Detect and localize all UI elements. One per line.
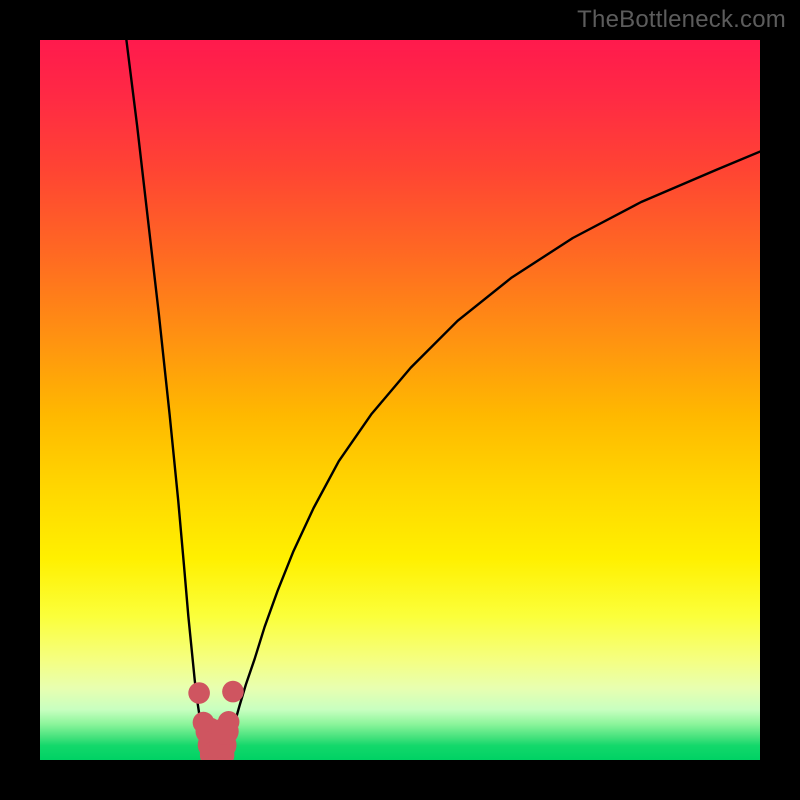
curves-layer bbox=[40, 40, 760, 760]
marker-right-dot-upper bbox=[222, 681, 244, 703]
series-group bbox=[126, 40, 760, 750]
marker-valley-stem-right bbox=[211, 718, 238, 745]
marker-group bbox=[188, 681, 243, 760]
marker-left-dot-upper bbox=[188, 682, 210, 704]
watermark-text: TheBottleneck.com bbox=[577, 6, 786, 34]
chart-frame: TheBottleneck.com bbox=[0, 0, 800, 800]
plot-area bbox=[40, 40, 760, 760]
series-left-arm bbox=[126, 40, 205, 750]
series-right-arm bbox=[227, 152, 760, 750]
